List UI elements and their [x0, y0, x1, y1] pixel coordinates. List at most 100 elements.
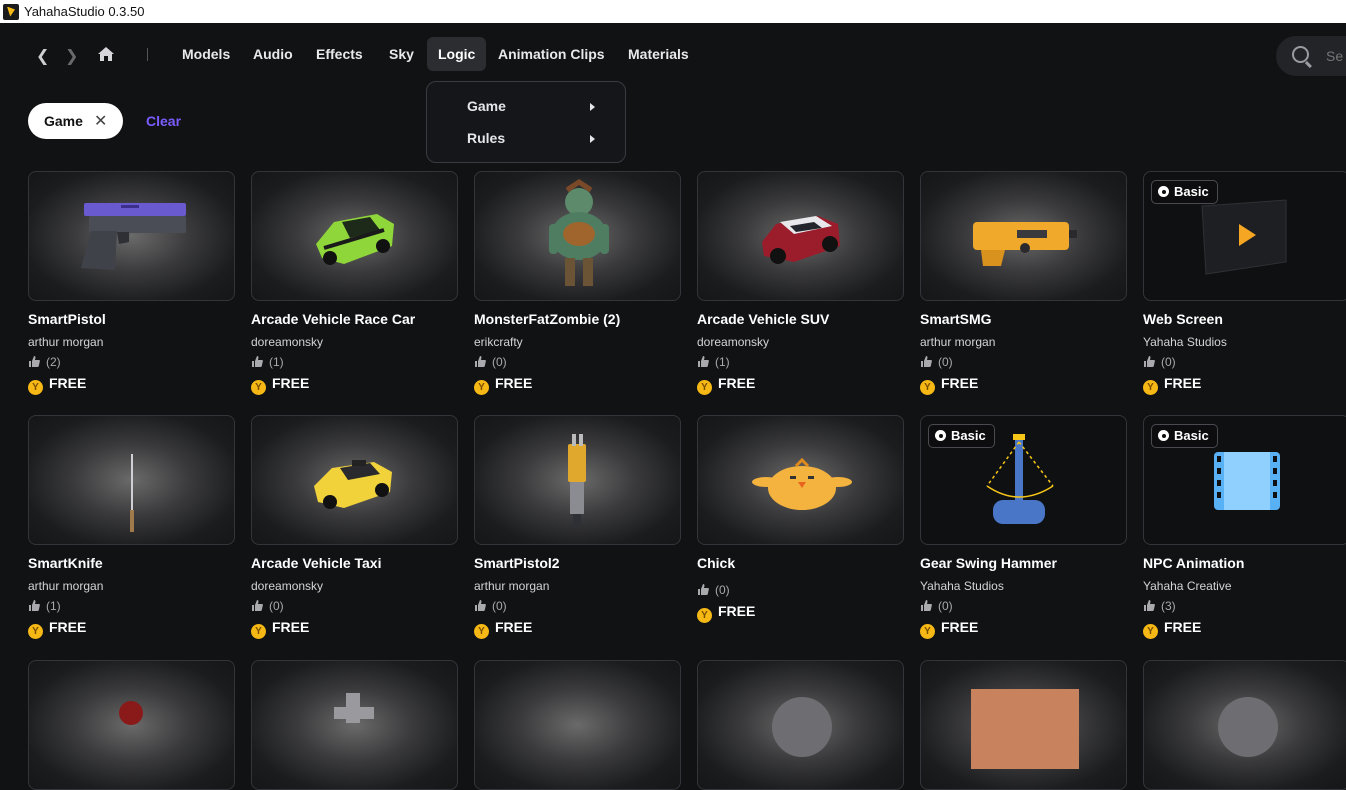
price-label: FREE	[1164, 619, 1202, 635]
thumbs-up-icon	[252, 356, 263, 367]
asset-author[interactable]: doreamonsky	[251, 579, 323, 593]
box-icon	[971, 689, 1079, 769]
asset-name[interactable]: SmartPistol2	[474, 555, 560, 571]
pistol-icon	[81, 203, 186, 270]
asset-thumbnail[interactable]: Basic	[1143, 415, 1346, 545]
thumbs-up-icon	[475, 356, 486, 367]
asset-author[interactable]: Yahaha Studios	[920, 579, 1004, 593]
asset-name[interactable]: Arcade Vehicle Race Car	[251, 311, 415, 327]
tab-audio[interactable]: Audio	[242, 37, 304, 71]
asset-likes: (1)	[697, 355, 730, 369]
tab-materials[interactable]: Materials	[617, 37, 700, 71]
asset-thumbnail[interactable]	[1143, 660, 1346, 790]
likes-count: (1)	[269, 355, 284, 369]
tab-effects[interactable]: Effects	[305, 37, 374, 71]
likes-count: (3)	[1161, 599, 1176, 613]
asset-thumbnail[interactable]	[28, 660, 235, 790]
asset-thumbnail[interactable]	[28, 415, 235, 545]
price-label: FREE	[272, 619, 310, 635]
coin-icon: Y	[28, 624, 43, 639]
basic-badge: Basic	[1151, 180, 1218, 204]
asset-name[interactable]: SmartPistol	[28, 311, 106, 327]
asset-thumbnail[interactable]	[474, 171, 681, 301]
asset-price: Y FREE	[920, 619, 978, 639]
asset-thumbnail[interactable]	[697, 415, 904, 545]
asset-name[interactable]: Chick	[697, 555, 735, 571]
asset-price: Y FREE	[28, 375, 86, 395]
asset-price: Y FREE	[1143, 619, 1201, 639]
asset-author[interactable]: arthur morgan	[920, 335, 995, 349]
close-icon[interactable]: ✕	[94, 111, 107, 131]
asset-likes: (0)	[1143, 355, 1176, 369]
likes-count: (0)	[938, 599, 953, 613]
asset-author[interactable]: erikcrafty	[474, 335, 523, 349]
asset-author[interactable]: Yahaha Studios	[1143, 335, 1227, 349]
asset-author[interactable]: arthur morgan	[28, 579, 103, 593]
race-car-icon	[316, 214, 394, 265]
top-nav: ❮ ❯ Models Audio Effects Sky Logic Anima…	[0, 23, 1346, 85]
search-input[interactable]	[1324, 47, 1346, 65]
figure-icon	[334, 693, 374, 723]
asset-price: Y FREE	[28, 619, 86, 639]
asset-author[interactable]: doreamonsky	[697, 335, 769, 349]
asset-thumbnail[interactable]	[251, 415, 458, 545]
clear-filters-link[interactable]: Clear	[146, 113, 181, 129]
asset-name[interactable]: Gear Swing Hammer	[920, 555, 1057, 571]
pistol2-icon	[568, 434, 586, 526]
asset-price: Y FREE	[697, 375, 755, 395]
coin-icon: Y	[920, 624, 935, 639]
dropdown-item-label: Game	[467, 98, 506, 114]
filter-chip-game[interactable]: Game ✕	[28, 103, 123, 139]
asset-name[interactable]: Arcade Vehicle Taxi	[251, 555, 381, 571]
asset-thumbnail[interactable]	[28, 171, 235, 301]
tab-models[interactable]: Models	[171, 37, 241, 71]
price-label: FREE	[718, 603, 756, 619]
asset-name[interactable]: SmartKnife	[28, 555, 103, 571]
thumbs-up-icon	[698, 356, 709, 367]
asset-thumbnail[interactable]	[474, 415, 681, 545]
asset-name[interactable]: Web Screen	[1143, 311, 1223, 327]
coin-icon: Y	[1143, 624, 1158, 639]
back-arrow-icon[interactable]: ❮	[36, 46, 49, 66]
asset-likes: (1)	[251, 355, 284, 369]
asset-author[interactable]: doreamonsky	[251, 335, 323, 349]
asset-thumbnail[interactable]: Basic	[1143, 171, 1346, 301]
asset-name[interactable]: Arcade Vehicle SUV	[697, 311, 829, 327]
dropdown-item-rules[interactable]: Rules	[467, 127, 617, 149]
coin-icon: Y	[251, 624, 266, 639]
search-box[interactable]	[1276, 36, 1346, 76]
forward-arrow-icon[interactable]: ❯	[65, 46, 78, 66]
coin-icon: Y	[28, 380, 43, 395]
coin-icon: Y	[697, 608, 712, 623]
tab-sky[interactable]: Sky	[378, 37, 425, 71]
asset-name[interactable]: MonsterFatZombie (2)	[474, 311, 620, 327]
asset-author[interactable]: Yahaha Creative	[1143, 579, 1232, 593]
asset-thumbnail[interactable]: Basic	[920, 415, 1127, 545]
search-icon[interactable]	[1292, 46, 1309, 63]
sphere-icon	[1218, 697, 1278, 757]
asset-name[interactable]: SmartSMG	[920, 311, 992, 327]
asset-thumbnail[interactable]	[697, 660, 904, 790]
smg-icon	[973, 222, 1077, 266]
likes-count: (0)	[492, 355, 507, 369]
asset-thumbnail[interactable]	[251, 171, 458, 301]
price-label: FREE	[49, 375, 87, 391]
thumbs-up-icon	[29, 356, 40, 367]
tab-animation-clips[interactable]: Animation Clips	[487, 37, 616, 71]
asset-author[interactable]: arthur morgan	[474, 579, 549, 593]
asset-name[interactable]: NPC Animation	[1143, 555, 1244, 571]
asset-thumbnail[interactable]	[920, 171, 1127, 301]
asset-thumbnail[interactable]	[251, 660, 458, 790]
dropdown-item-game[interactable]: Game	[467, 95, 617, 117]
asset-thumbnail[interactable]	[474, 660, 681, 790]
home-icon[interactable]	[97, 46, 115, 62]
tab-logic[interactable]: Logic	[427, 37, 487, 71]
filter-chip-label: Game	[44, 113, 83, 129]
asset-price: Y FREE	[697, 603, 755, 623]
asset-author[interactable]: arthur morgan	[28, 335, 103, 349]
price-label: FREE	[941, 619, 979, 635]
asset-thumbnail[interactable]	[920, 660, 1127, 790]
logic-dropdown-menu: Game Rules	[426, 81, 626, 163]
badge-label: Basic	[951, 428, 986, 443]
asset-thumbnail[interactable]	[697, 171, 904, 301]
